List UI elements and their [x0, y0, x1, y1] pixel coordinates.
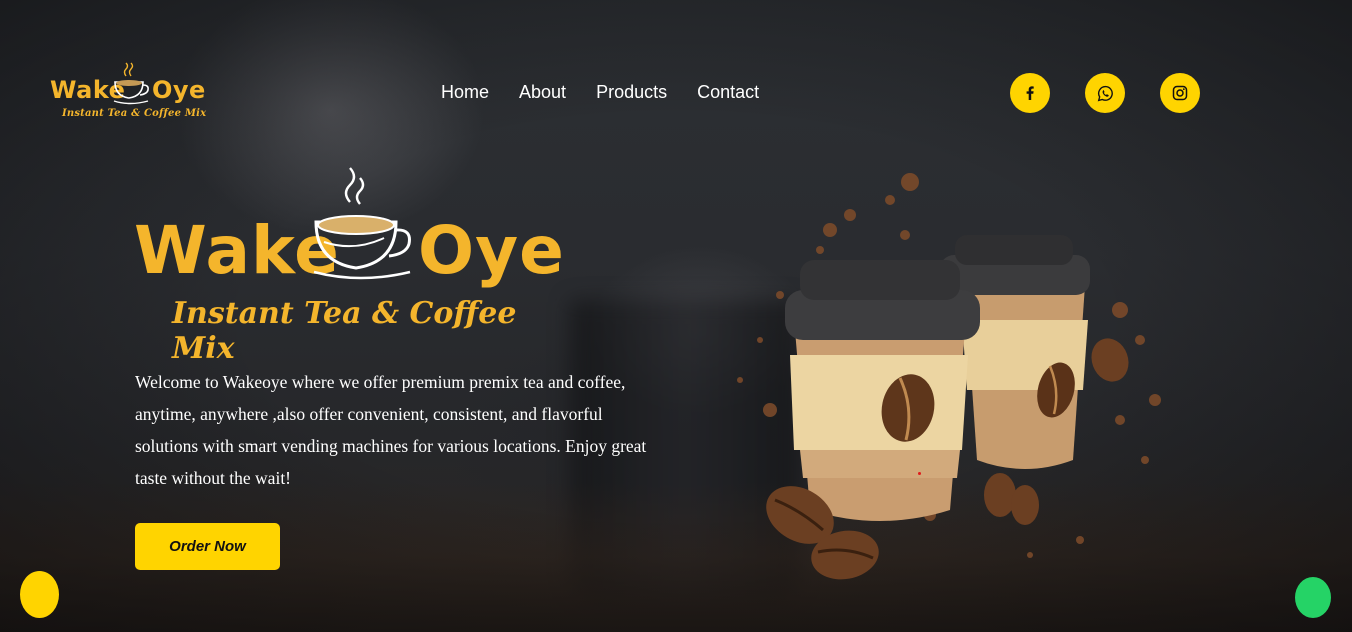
- nav-contact[interactable]: Contact: [697, 82, 759, 103]
- instagram-button[interactable]: [1160, 73, 1200, 113]
- hero-logo: Wake Oye Instant Tea & Coffee Mix: [130, 160, 570, 366]
- social-links: [1010, 73, 1200, 113]
- hero-logo-tagline: Instant Tea & Coffee Mix: [172, 296, 517, 366]
- logo-cup-icon: [113, 62, 149, 105]
- front-cup: [785, 260, 980, 521]
- whatsapp-icon: [1097, 85, 1113, 101]
- header-logo[interactable]: Wake Oye Instant Tea & Coffee Mix: [48, 60, 208, 126]
- logo-tagline: Instant Tea & Coffee Mix: [62, 108, 207, 119]
- hero-logo-cup-icon: [313, 167, 411, 280]
- instagram-icon: [1172, 85, 1188, 101]
- facebook-button[interactable]: [1010, 73, 1050, 113]
- hero-description: Welcome to Wakeoye where we offer premiu…: [135, 372, 647, 488]
- nav-home[interactable]: Home: [441, 82, 489, 103]
- facebook-icon: [1026, 86, 1034, 100]
- hero-logo-word-right: Oye: [418, 212, 565, 289]
- coffee-cups-illustration: [737, 173, 1161, 580]
- main-nav: Home About Products Contact: [441, 82, 759, 103]
- nav-about[interactable]: About: [519, 82, 566, 103]
- whatsapp-button[interactable]: [1085, 73, 1125, 113]
- floating-whatsapp-button[interactable]: [1295, 577, 1331, 618]
- logo-word-right: Oye: [152, 76, 206, 104]
- red-dot: [918, 472, 921, 475]
- hero-logo-word-left: Wake: [134, 212, 340, 289]
- nav-products[interactable]: Products: [596, 82, 667, 103]
- order-now-button[interactable]: Order Now: [135, 523, 280, 570]
- floating-left-button[interactable]: [20, 571, 59, 618]
